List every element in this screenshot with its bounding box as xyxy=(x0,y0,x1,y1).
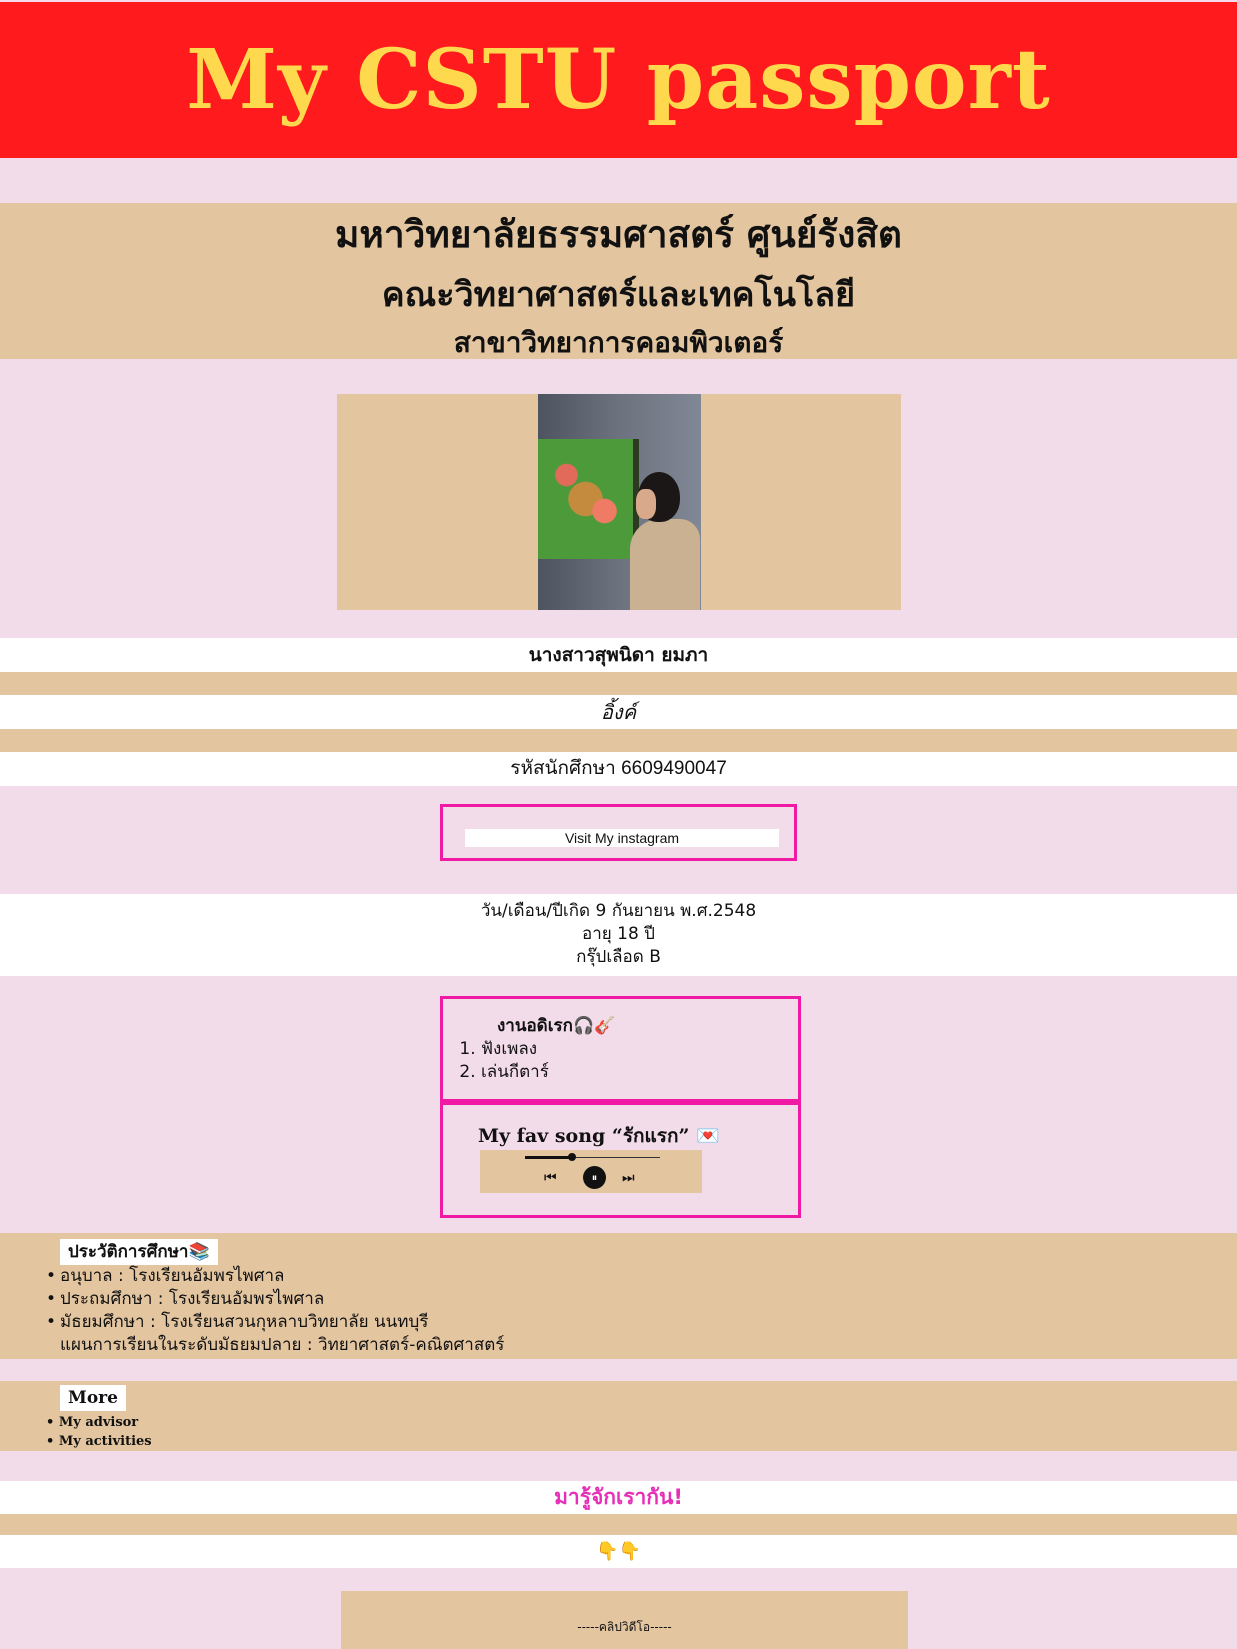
previous-track-icon[interactable]: ⏮ xyxy=(544,1168,557,1188)
education-section: ประวัติการศึกษา📚 • อนุบาล : โรงเรียนอัมพร… xyxy=(0,1233,1237,1359)
list-item: แผนการเรียนในระดับมัธยมปลาย : วิทยาศาสตร… xyxy=(60,1335,505,1355)
education-list: • อนุบาล : โรงเรียนอัมพรไพศาล • ประถมศึกษา… xyxy=(46,1265,504,1357)
photo-frame xyxy=(337,394,901,610)
list-item: ฟังเพลง xyxy=(481,1038,549,1061)
divider xyxy=(0,672,1237,695)
progress-handle[interactable] xyxy=(568,1153,577,1161)
list-item: เล่นกีตาร์ xyxy=(481,1061,549,1084)
more-title: More xyxy=(60,1385,126,1411)
progress-fill xyxy=(525,1156,573,1159)
blood-group: กรุ๊ปเลือด B xyxy=(576,947,661,967)
education-title: ประวัติการศึกษา📚 xyxy=(60,1239,218,1265)
painting-in-photo xyxy=(538,439,639,559)
department-name: สาขาวิทยาการคอมพิวเตอร์ xyxy=(453,326,784,359)
hobbies-box: งานอดิเรก🎧🎸 ฟังเพลง เล่นกีตาร์ xyxy=(440,996,801,1102)
hobbies-title: งานอดิเรก🎧🎸 xyxy=(497,1016,616,1036)
song-title: My fav song “รักแรก” 💌 xyxy=(478,1125,720,1147)
person-body xyxy=(630,519,700,610)
hobbies-list: ฟังเพลง เล่นกีตาร์ xyxy=(461,1038,549,1084)
get-to-know-heading: มารู้จักเรากัน! xyxy=(0,1481,1237,1514)
pause-icon[interactable]: ⏸ xyxy=(583,1166,606,1189)
more-links: • My advisor • My activities xyxy=(46,1413,152,1451)
faculty-name: คณะวิทยาศาสตร์และเทคโนโลยี xyxy=(381,275,856,315)
fav-song-box: My fav song “รักแรก” 💌 ⏮ ⏸ ⏭ xyxy=(440,1102,801,1218)
page-title: My CSTU passport xyxy=(186,32,1051,128)
instagram-frame: Visit My instagram xyxy=(440,804,797,861)
nickname: อิ้งค์ xyxy=(0,695,1237,729)
list-item: • My activities xyxy=(46,1434,152,1449)
header-banner: My CSTU passport xyxy=(0,2,1237,158)
list-item: • My advisor xyxy=(46,1415,139,1430)
university-block: มหาวิทยาลัยธรรมศาสตร์ ศูนย์รังสิต คณะวิท… xyxy=(0,203,1237,359)
full-name: นางสาวสุพนิดา ยมภา xyxy=(0,638,1237,672)
birthdate: วัน/เดือน/ปีเกิด 9 กันยายน พ.ศ.2548 xyxy=(480,901,757,921)
pointing-down-icon: 👇👇 xyxy=(0,1535,1237,1568)
divider xyxy=(0,729,1237,752)
university-name: มหาวิทยาลัยธรรมศาสตร์ ศูนย์รังสิต xyxy=(335,213,902,256)
personal-info: วัน/เดือน/ปีเกิด 9 กันยายน พ.ศ.2548 อายุ… xyxy=(0,894,1237,976)
my-advisor-link[interactable]: My advisor xyxy=(59,1415,138,1430)
video-box[interactable]: -----คลิปวิดีโอ----- xyxy=(341,1591,908,1649)
audio-player: ⏮ ⏸ ⏭ xyxy=(480,1150,702,1193)
list-item: • ประถมศึกษา : โรงเรียนอัมพรไพศาล xyxy=(46,1289,325,1309)
divider xyxy=(0,1514,1237,1535)
more-section: More • My advisor • My activities xyxy=(0,1381,1237,1451)
video-label: -----คลิปวิดีโอ----- xyxy=(577,1620,672,1634)
profile-photo xyxy=(538,394,701,610)
list-item: • อนุบาล : โรงเรียนอัมพรไพศาล xyxy=(46,1266,285,1286)
student-id: รหัสนักศึกษา 6609490047 xyxy=(0,752,1237,786)
next-track-icon[interactable]: ⏭ xyxy=(622,1168,635,1188)
person-face xyxy=(636,489,656,519)
visit-instagram-button[interactable]: Visit My instagram xyxy=(465,829,779,847)
age: อายุ 18 ปี xyxy=(582,924,655,944)
my-activities-link[interactable]: My activities xyxy=(59,1434,152,1449)
list-item: • มัธยมศึกษา : โรงเรียนสวนกุหลาบวิทยาลัย … xyxy=(46,1312,429,1332)
